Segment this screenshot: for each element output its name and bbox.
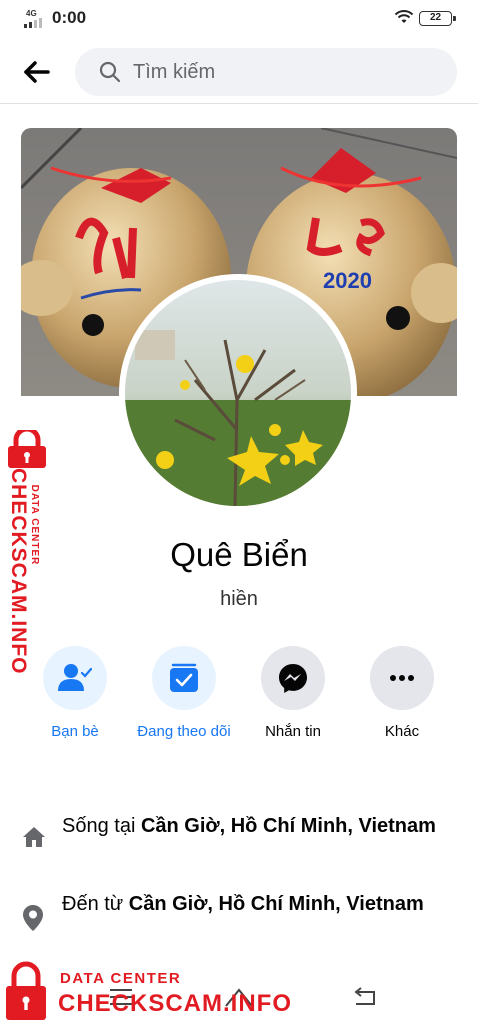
watermark-bottom: DATA CENTER CHECKSCAM.INFO [0,960,300,1024]
following-label: Đang theo dõi [137,723,231,740]
more-button[interactable]: Khác [347,646,457,743]
profile-bio: hiền [220,588,258,610]
search-icon [99,61,121,83]
messenger-icon [279,664,307,693]
search-header [0,44,478,104]
lives-in-prefix: Sống tại [62,815,141,837]
search-input[interactable] [133,56,433,88]
watermark-side: CHECKSCAM.INFO DATA CENTER [2,430,60,675]
following-button[interactable]: Đang theo dõi [129,646,239,743]
friends-label: Bạn bè [51,723,99,740]
profile-avatar[interactable] [119,274,357,512]
lives-in-place[interactable]: Cần Giờ, Hồ Chí Minh, Vietnam [141,815,436,837]
back-arrow-icon [24,61,50,83]
padlock-icon [8,430,46,468]
following-icon [170,663,198,692]
network-indicator: 4G [26,9,37,18]
profile-page: 4G 0:00 22 Tìm kiếm 2020 Quê Biển hiền B… [0,0,478,1024]
message-button[interactable]: Nhắn tin [238,646,348,743]
from-place[interactable]: Cần Giờ, Hồ Chí Minh, Vietnam [129,893,424,915]
back-button[interactable] [20,56,56,88]
search-bar[interactable] [75,48,457,96]
more-icon [390,675,414,681]
more-label: Khác [384,723,420,740]
status-bar: 4G 0:00 22 [0,0,478,36]
wifi-icon [394,10,414,23]
watermark-bottom-top: DATA CENTER [60,970,182,987]
clock: 0:00 [52,8,87,27]
battery-indicator: 22 [419,11,456,26]
from-text: Đến từ Cần Giờ, Hồ Chí Minh, Vietnam [62,890,442,918]
back-nav-icon[interactable] [352,986,378,1008]
signal-icon [24,18,42,28]
location-pin-icon [23,905,43,931]
watermark-bottom-main: CHECKSCAM.INFO [58,990,292,1017]
padlock-icon [6,961,46,1020]
watermark-side-top: DATA CENTER [29,484,40,566]
lives-in-text: Sống tại Cần Giờ, Hồ Chí Minh, Vietnam [62,812,442,840]
from-prefix: Đến từ [62,893,129,915]
message-label: Nhắn tin [265,723,321,740]
cover-year-text: 2020 [323,268,372,293]
avatar-image [125,280,351,506]
profile-name: Quê Biển [170,536,308,573]
home-icon [23,827,45,847]
profile-actions: Bạn bè Đang theo dõi Nhắn tin Khác [0,646,478,776]
friends-icon [58,664,92,691]
